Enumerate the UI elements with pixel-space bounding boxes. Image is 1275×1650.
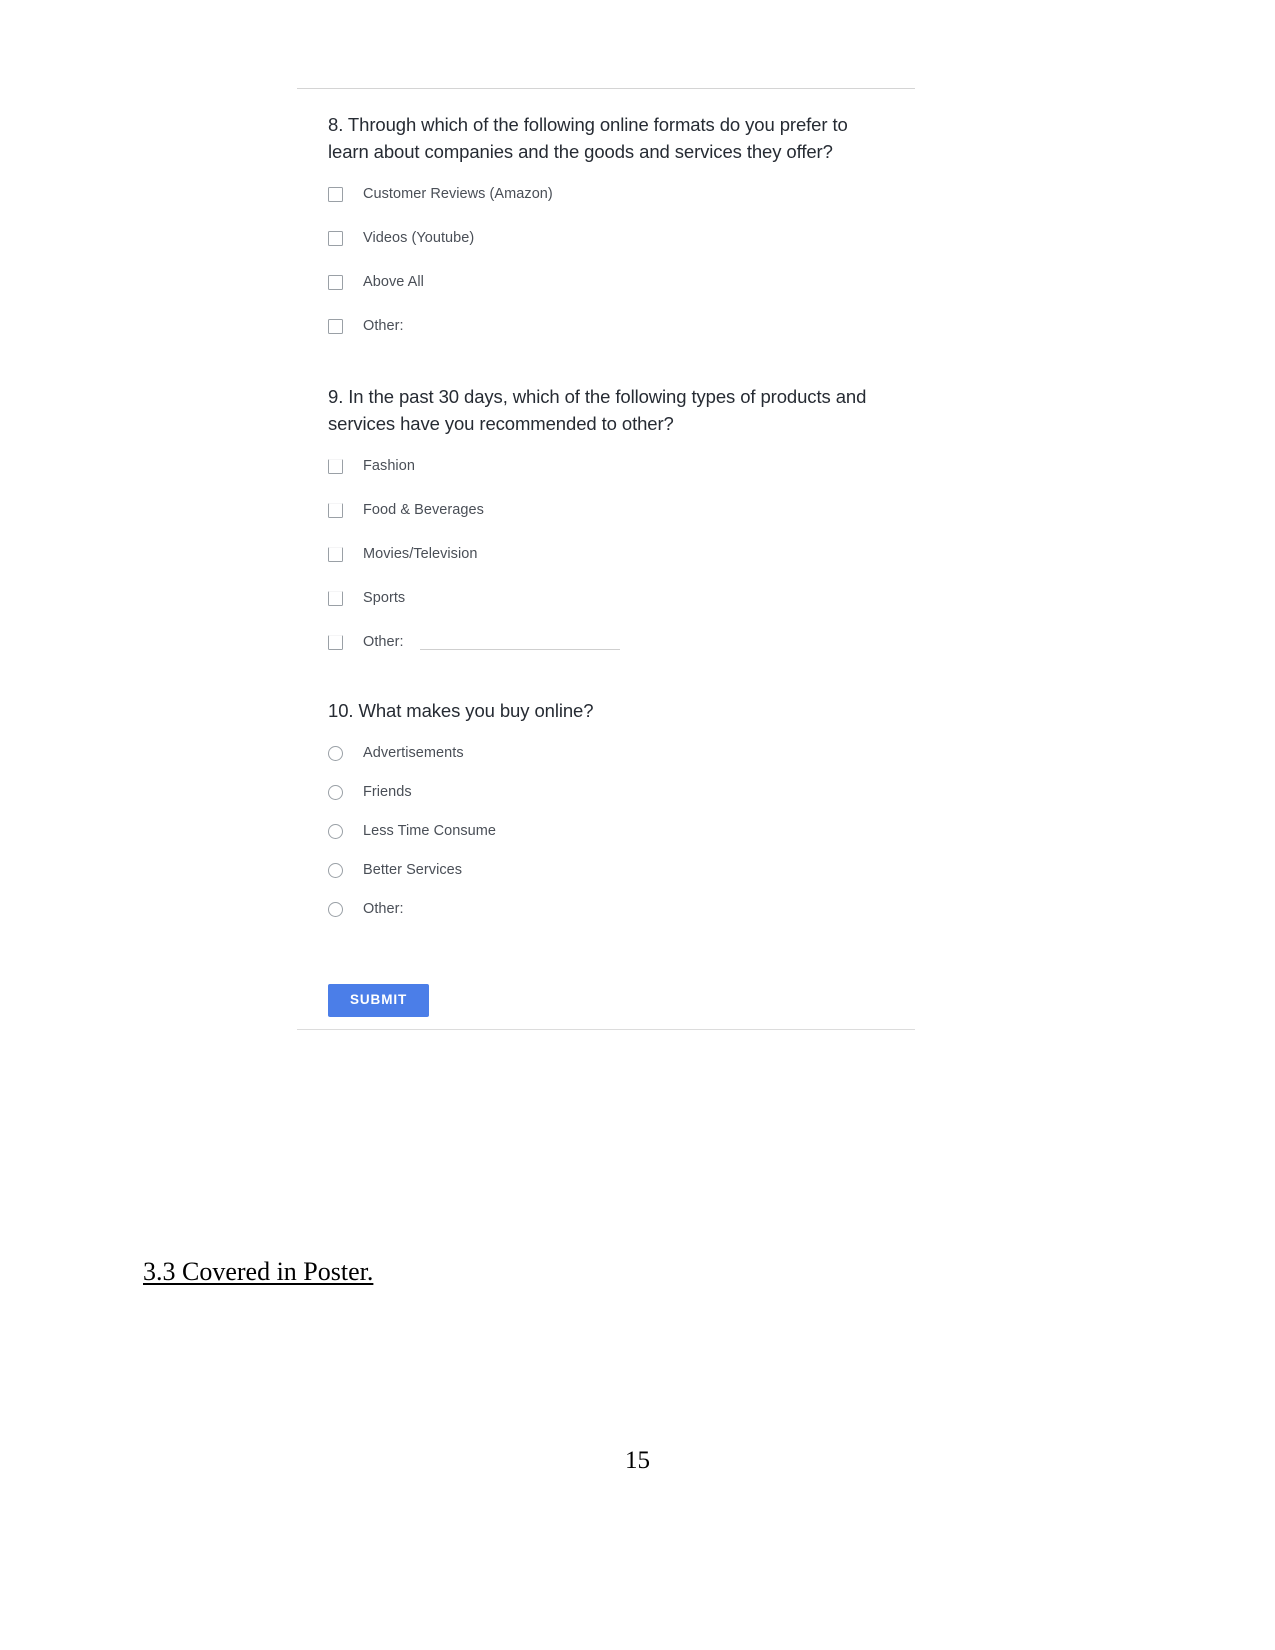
question-block-9: 9. In the past 30 days, which of the fol… xyxy=(297,383,915,657)
option-row-q9-sports[interactable]: Sports xyxy=(328,583,915,613)
question-spacer xyxy=(297,657,915,697)
form-bottom-divider xyxy=(297,1029,915,1030)
option-row-q8-videos[interactable]: Videos (Youtube) xyxy=(328,223,915,253)
checkbox-icon[interactable] xyxy=(328,590,343,606)
option-row-q8-customer-reviews[interactable]: Customer Reviews (Amazon) xyxy=(328,179,915,209)
option-label: Fashion xyxy=(363,458,415,474)
option-label: Above All xyxy=(363,274,424,290)
option-row-q10-friends[interactable]: Friends xyxy=(328,777,915,807)
other-text-input[interactable] xyxy=(419,634,620,650)
radio-button-icon[interactable] xyxy=(328,823,343,839)
page-number: 15 xyxy=(625,1447,650,1474)
submit-button-container: SUBMIT xyxy=(297,984,915,1017)
question-block-8: 8. Through which of the following online… xyxy=(297,111,915,341)
checkbox-icon[interactable] xyxy=(328,230,343,246)
option-label: Advertisements xyxy=(363,745,464,761)
option-row-q9-other[interactable]: Other: xyxy=(328,627,915,657)
option-row-q10-less-time-consume[interactable]: Less Time Consume xyxy=(328,816,915,846)
option-label: Food & Beverages xyxy=(363,502,484,518)
question-spacer xyxy=(297,341,915,383)
google-form-screenshot: 8. Through which of the following online… xyxy=(297,88,915,1017)
option-label: Friends xyxy=(363,784,412,800)
option-label: Videos (Youtube) xyxy=(363,230,475,246)
checkbox-icon[interactable] xyxy=(328,274,343,290)
option-row-q9-fashion[interactable]: Fashion xyxy=(328,451,915,481)
option-label: Less Time Consume xyxy=(363,823,497,839)
form-top-divider xyxy=(297,88,915,89)
option-row-q8-other[interactable]: Other: xyxy=(328,311,915,341)
option-label: Customer Reviews (Amazon) xyxy=(363,186,553,202)
radio-button-icon[interactable] xyxy=(328,745,343,761)
question-title-10: 10. What makes you buy online? xyxy=(328,700,594,721)
option-label: Movies/Television xyxy=(363,546,478,562)
checkbox-icon[interactable] xyxy=(328,458,343,474)
option-label: Sports xyxy=(363,590,406,606)
submit-button[interactable]: SUBMIT xyxy=(328,984,430,1017)
question-title-8: 8. Through which of the following online… xyxy=(328,114,848,162)
option-row-q10-other[interactable]: Other: xyxy=(328,894,915,924)
option-row-q9-movies-television[interactable]: Movies/Television xyxy=(328,539,915,569)
radio-button-icon[interactable] xyxy=(328,862,343,878)
option-label: Other: xyxy=(363,901,404,917)
option-row-q10-advertisements[interactable]: Advertisements xyxy=(328,738,915,768)
option-label: Other: xyxy=(363,318,404,334)
option-label: Better Services xyxy=(363,862,463,878)
radio-button-icon[interactable] xyxy=(328,901,343,917)
checkbox-icon[interactable] xyxy=(328,546,343,562)
option-row-q10-better-services[interactable]: Better Services xyxy=(328,855,915,885)
option-label: Other: xyxy=(363,634,404,650)
option-row-q9-food-beverages[interactable]: Food & Beverages xyxy=(328,495,915,525)
question-title-9: 9. In the past 30 days, which of the fol… xyxy=(328,386,867,434)
checkbox-icon[interactable] xyxy=(328,186,343,202)
checkbox-icon[interactable] xyxy=(328,318,343,334)
option-row-q8-above-all[interactable]: Above All xyxy=(328,267,915,297)
question-block-10: 10. What makes you buy online? Advertise… xyxy=(297,697,915,924)
checkbox-icon[interactable] xyxy=(328,502,343,518)
checkbox-icon[interactable] xyxy=(328,634,343,650)
section-heading-3-3: 3.3 Covered in Poster. xyxy=(143,1257,374,1286)
radio-button-icon[interactable] xyxy=(328,784,343,800)
